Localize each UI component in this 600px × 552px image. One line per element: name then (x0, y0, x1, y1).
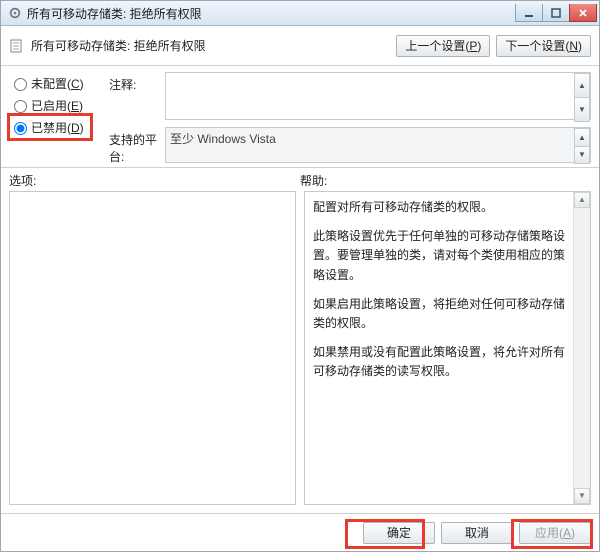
policy-icon (9, 38, 25, 54)
cancel-button-label: 取消 (465, 524, 489, 541)
lower-panes: 配置对所有可移动存储类的权限。 此策略设置优先于任何单独的可移动存储策略设置。要… (1, 191, 599, 513)
help-scrollbar[interactable]: ▲ ▼ (573, 192, 590, 504)
platform-row: 支持的平台: 至少 Windows Vista ▲ ▼ (109, 127, 591, 165)
next-setting-button[interactable]: 下一个设置(N) (496, 35, 591, 57)
maximize-icon (551, 8, 561, 18)
minimize-icon (524, 8, 534, 18)
help-paragraph-1: 配置对所有可移动存储类的权限。 (313, 198, 566, 217)
state-radios: 未配置(C) 已启用(E) 已禁用(D) (9, 72, 109, 165)
config-right: 注释: ▲ ▼ 支持的平台: 至少 Windows Vista ▲ (109, 72, 591, 165)
platform-spin: ▲ ▼ (574, 128, 590, 164)
help-paragraph-3: 如果启用此策略设置，将拒绝对任何可移动存储类的权限。 (313, 295, 566, 333)
cancel-button[interactable]: 取消 (441, 522, 513, 544)
comment-spin-up[interactable]: ▲ (574, 73, 590, 98)
window-icon (7, 5, 23, 21)
client-area: 所有可移动存储类: 拒绝所有权限 上一个设置(P) 下一个设置(N) 未配置(C… (1, 26, 599, 551)
comment-spin-down[interactable]: ▼ (574, 98, 590, 122)
comment-textarea[interactable] (165, 72, 591, 120)
window-controls (516, 4, 597, 22)
radio-not-configured[interactable]: 未配置(C) (9, 72, 109, 94)
titlebar: 所有可移动存储类: 拒绝所有权限 (1, 1, 599, 26)
config-area: 未配置(C) 已启用(E) 已禁用(D) 注释: ▲ (1, 66, 599, 168)
comment-label: 注释: (109, 72, 165, 123)
comment-row: 注释: ▲ ▼ (109, 72, 591, 123)
scroll-up-button[interactable]: ▲ (574, 192, 590, 208)
platform-label: 支持的平台: (109, 127, 165, 165)
help-pane: 配置对所有可移动存储类的权限。 此策略设置优先于任何单独的可移动存储策略设置。要… (304, 191, 591, 505)
comment-spin: ▲ ▼ (574, 73, 590, 122)
supported-platforms: 至少 Windows Vista (165, 127, 591, 163)
ok-button[interactable]: 确定 (363, 522, 435, 544)
help-label: 帮助: (300, 172, 591, 189)
group-policy-dialog: 所有可移动存储类: 拒绝所有权限 (0, 0, 600, 552)
policy-name: 所有可移动存储类: 拒绝所有权限 (31, 37, 390, 54)
ok-button-label: 确定 (387, 524, 411, 541)
options-pane (9, 191, 296, 505)
platform-field-box: 至少 Windows Vista ▲ ▼ (165, 127, 591, 165)
radio-disabled-input[interactable] (14, 122, 27, 135)
platform-spin-up[interactable]: ▲ (574, 128, 590, 147)
dialog-button-row: 确定 取消 应用(A) (1, 513, 599, 551)
apply-button[interactable]: 应用(A) (519, 522, 591, 544)
previous-setting-button[interactable]: 上一个设置(P) (396, 35, 490, 57)
help-content: 配置对所有可移动存储类的权限。 此策略设置优先于任何单独的可移动存储策略设置。要… (313, 198, 566, 382)
radio-disabled[interactable]: 已禁用(D) (9, 116, 109, 138)
window-title: 所有可移动存储类: 拒绝所有权限 (27, 5, 516, 22)
radio-enabled[interactable]: 已启用(E) (9, 94, 109, 116)
comment-field-box: ▲ ▼ (165, 72, 591, 123)
minimize-button[interactable] (515, 4, 543, 22)
lower-labels: 选项: 帮助: (1, 168, 599, 191)
maximize-button[interactable] (542, 4, 570, 22)
close-icon (578, 8, 588, 18)
scroll-track-fill[interactable] (574, 208, 590, 488)
radio-enabled-input[interactable] (14, 100, 27, 113)
close-button[interactable] (569, 4, 597, 22)
scroll-icon (9, 38, 25, 54)
gear-icon (8, 6, 22, 20)
policy-header: 所有可移动存储类: 拒绝所有权限 上一个设置(P) 下一个设置(N) (1, 26, 599, 66)
scroll-down-button[interactable]: ▼ (574, 488, 590, 504)
help-paragraph-4: 如果禁用或没有配置此策略设置，将允许对所有可移动存储类的读写权限。 (313, 343, 566, 381)
options-label: 选项: (9, 172, 300, 189)
platform-spin-down[interactable]: ▼ (574, 147, 590, 165)
apply-button-label: 应用(A) (535, 524, 575, 541)
radio-not-configured-input[interactable] (14, 78, 27, 91)
help-paragraph-2: 此策略设置优先于任何单独的可移动存储策略设置。要管理单独的类，请对每个类使用相应… (313, 227, 566, 285)
